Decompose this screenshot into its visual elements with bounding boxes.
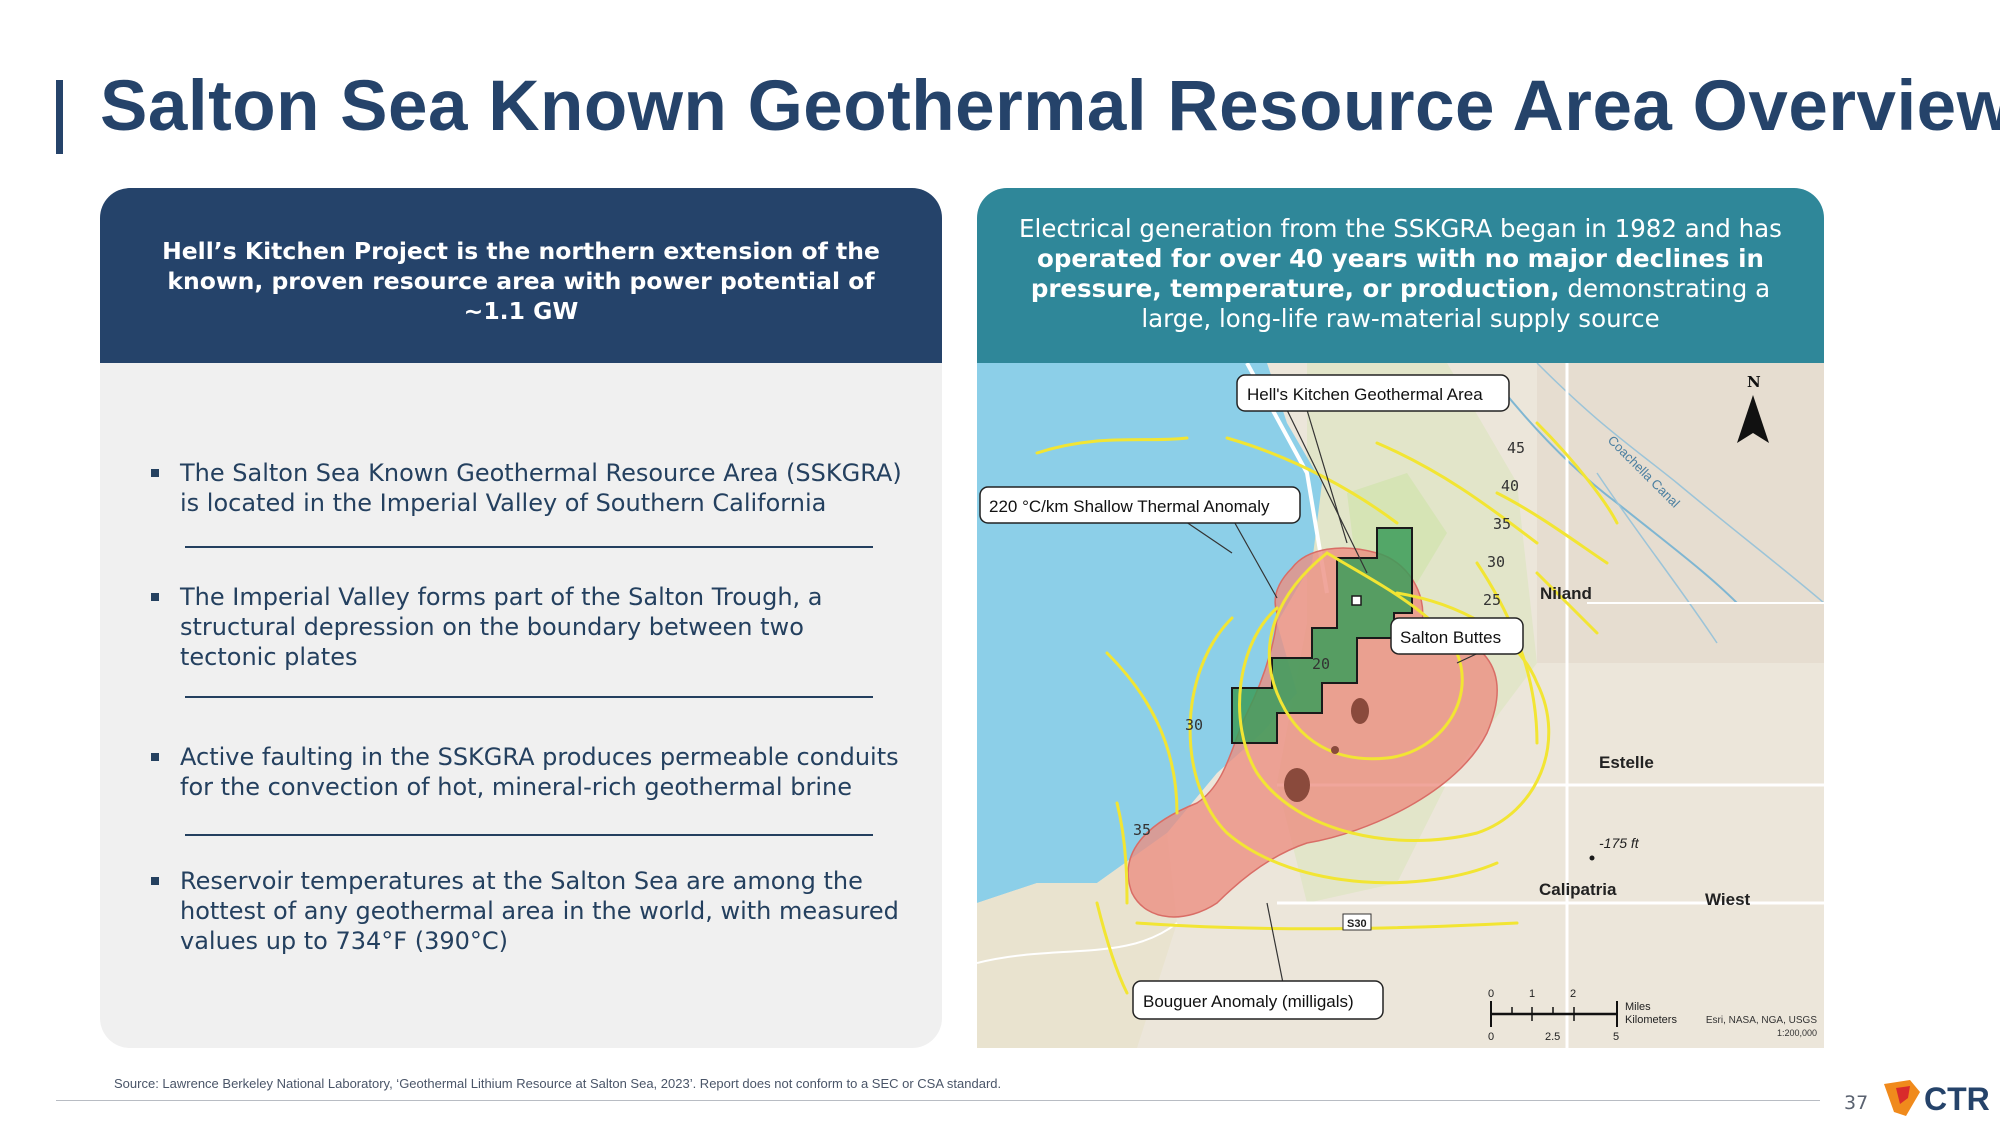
callout-salton-buttes: Salton Buttes bbox=[1390, 617, 1524, 655]
contour-label: 25 bbox=[1483, 591, 1501, 609]
north-label: N bbox=[1747, 373, 1761, 391]
map-header-text: Electrical generation from the SSKGRA be… bbox=[1017, 214, 1784, 334]
butte-shape bbox=[1331, 746, 1339, 754]
company-logo: CTR bbox=[1884, 1080, 1990, 1117]
geothermal-map: 45 40 35 30 25 20 30 35 Niland Estelle C… bbox=[977, 363, 1824, 1048]
map-card-header: Electrical generation from the SSKGRA be… bbox=[977, 188, 1824, 363]
scale-tick: 1 bbox=[1529, 988, 1535, 1000]
overview-header-text: Hell’s Kitchen Project is the northern e… bbox=[162, 237, 880, 325]
road-shield-label: S30 bbox=[1347, 918, 1367, 930]
scale-tick: 2.5 bbox=[1545, 1031, 1560, 1043]
source-note: Source: Lawrence Berkeley National Labor… bbox=[114, 1076, 1002, 1091]
divider bbox=[185, 834, 873, 836]
well-marker bbox=[1351, 595, 1362, 606]
scale-miles-label: Miles bbox=[1625, 1001, 1651, 1013]
contour-label: 35 bbox=[1493, 515, 1511, 533]
contour-label: 30 bbox=[1487, 553, 1505, 571]
place-wiest: Wiest bbox=[1705, 890, 1751, 909]
callout-hells-kitchen-text: Hell's Kitchen Geothermal Area bbox=[1247, 385, 1483, 404]
map-attribution: Esri, NASA, NGA, USGS bbox=[1706, 1015, 1817, 1026]
map-ratio: 1:200,000 bbox=[1777, 1028, 1817, 1038]
butte-shape bbox=[1351, 698, 1369, 724]
overview-card: Hell’s Kitchen Project is the northern e… bbox=[100, 188, 942, 1048]
bullet-item: The Imperial Valley forms part of the Sa… bbox=[148, 582, 908, 672]
logo-text: CTR bbox=[1924, 1081, 1990, 1117]
callout-bouguer: Bouguer Anomaly (milligals) bbox=[1132, 980, 1384, 1020]
divider bbox=[185, 696, 873, 698]
butte-shape bbox=[1284, 768, 1310, 802]
contour-label: 20 bbox=[1312, 655, 1330, 673]
overview-card-header: Hell’s Kitchen Project is the northern e… bbox=[100, 188, 942, 363]
page-number: 37 bbox=[1844, 1092, 1869, 1114]
bullet-item: Reservoir temperatures at the Salton Sea… bbox=[148, 866, 908, 956]
callout-bouguer-text: Bouguer Anomaly (milligals) bbox=[1143, 992, 1354, 1011]
contour-label: 35 bbox=[1133, 821, 1151, 839]
map-card: Electrical generation from the SSKGRA be… bbox=[977, 188, 1824, 1048]
title-accent-bar bbox=[56, 80, 63, 154]
callout-hells-kitchen: Hell's Kitchen Geothermal Area bbox=[1236, 374, 1510, 412]
callout-thermal-anomaly: 220 °C/km Shallow Thermal Anomaly bbox=[979, 486, 1301, 524]
place-estelle: Estelle bbox=[1599, 753, 1654, 772]
contour-label: 40 bbox=[1501, 477, 1519, 495]
scale-tick: 0 bbox=[1488, 1031, 1494, 1043]
scale-km-label: Kilometers bbox=[1625, 1014, 1677, 1026]
bullet-item: Active faulting in the SSKGRA produces p… bbox=[148, 742, 908, 802]
elevation-label: -175 ft bbox=[1599, 835, 1640, 851]
footer-divider bbox=[56, 1100, 1820, 1101]
scale-tick: 5 bbox=[1613, 1031, 1619, 1043]
place-calipatria: Calipatria bbox=[1539, 880, 1617, 899]
contour-label: 45 bbox=[1507, 439, 1525, 457]
bullet-list: The Salton Sea Known Geothermal Resource… bbox=[148, 458, 908, 956]
divider bbox=[185, 546, 873, 548]
contour-label: 30 bbox=[1185, 716, 1203, 734]
bullet-item: The Salton Sea Known Geothermal Resource… bbox=[148, 458, 908, 518]
scale-tick: 2 bbox=[1570, 988, 1576, 1000]
callout-salton-buttes-text: Salton Buttes bbox=[1400, 628, 1501, 647]
page-title: Salton Sea Known Geothermal Resource Are… bbox=[100, 67, 2000, 146]
scale-tick: 0 bbox=[1488, 988, 1494, 1000]
callout-thermal-anomaly-text: 220 °C/km Shallow Thermal Anomaly bbox=[989, 497, 1270, 516]
elevation-point bbox=[1589, 855, 1595, 861]
place-niland: Niland bbox=[1540, 584, 1592, 603]
header-text-part1: Electrical generation from the SSKGRA be… bbox=[1019, 214, 1782, 243]
